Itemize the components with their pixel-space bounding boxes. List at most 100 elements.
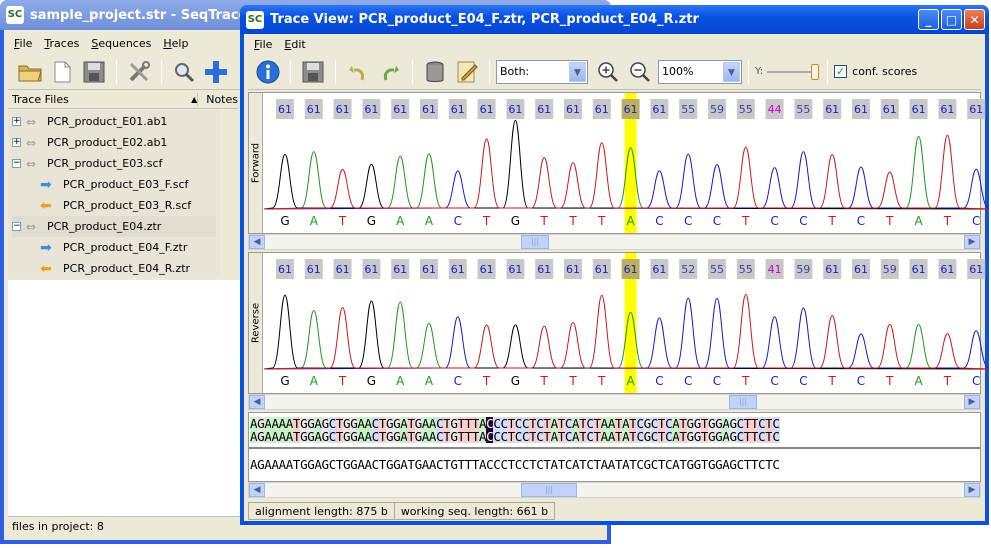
base-call[interactable]: C — [857, 214, 865, 228]
scroll-left-icon[interactable]: ◀ — [249, 235, 265, 249]
collapse-icon[interactable]: − — [12, 159, 21, 168]
base-call[interactable]: C — [655, 374, 663, 388]
tree-item[interactable]: ⬅ PCR_product_E04_R.ztr — [40, 258, 190, 279]
trace-files-header[interactable]: Trace Files — [8, 93, 191, 106]
scroll-right-icon[interactable]: ▶ — [964, 483, 980, 497]
base-call[interactable]: T — [597, 374, 606, 388]
base-call[interactable]: C — [655, 214, 663, 228]
expand-icon[interactable]: + — [12, 117, 21, 126]
alignment-panel[interactable]: AGAAAATGGAGCTGGAACTGGATGAACTGTTTACCCTCCT… — [248, 412, 981, 482]
conf-scores-checkbox[interactable]: ✓ — [834, 65, 848, 78]
base-call[interactable]: A — [914, 214, 923, 228]
new-file-icon[interactable] — [48, 58, 76, 86]
base-call[interactable]: T — [540, 214, 549, 228]
y-scale-slider[interactable] — [763, 62, 821, 82]
base-call[interactable]: C — [972, 214, 980, 228]
expand-icon[interactable]: + — [12, 138, 21, 147]
alignment-scroll-thumb[interactable]: ||| — [521, 483, 577, 497]
maximize-button[interactable]: □ — [941, 9, 962, 30]
save-icon[interactable] — [299, 58, 327, 86]
add-icon[interactable] — [202, 58, 230, 86]
base-call[interactable]: A — [310, 374, 319, 388]
notes-header[interactable]: Notes — [197, 93, 238, 106]
base-call[interactable]: G — [511, 374, 520, 388]
menu-sequences[interactable]: Sequences — [85, 37, 157, 50]
base-call[interactable]: T — [943, 214, 952, 228]
tree-item[interactable]: + ⇔ PCR_product_E01.ab1 — [12, 111, 167, 132]
base-call[interactable]: C — [799, 374, 807, 388]
base-call[interactable]: A — [396, 374, 405, 388]
forward-scroll-thumb[interactable]: ||| — [521, 235, 549, 249]
base-call[interactable]: A — [425, 374, 434, 388]
base-call[interactable]: T — [540, 374, 549, 388]
scroll-right-icon[interactable]: ▶ — [964, 395, 980, 409]
base-call[interactable]: A — [626, 374, 635, 388]
base-call[interactable]: G — [367, 374, 376, 388]
base-call[interactable]: T — [885, 214, 894, 228]
base-call[interactable]: T — [943, 374, 952, 388]
edit-note-icon[interactable] — [453, 58, 481, 86]
menu-help[interactable]: Help — [157, 37, 194, 50]
reverse-scrollbar[interactable]: ◀ ||| ▶ — [248, 394, 981, 410]
base-call[interactable]: T — [885, 374, 894, 388]
base-call[interactable]: T — [568, 374, 577, 388]
base-call[interactable]: C — [684, 214, 692, 228]
tree-item[interactable]: ➡ PCR_product_E03_F.scf — [40, 174, 188, 195]
zoom-out-icon[interactable] — [626, 58, 654, 86]
tree-item[interactable]: − ⇔ PCR_product_E03.scf — [12, 153, 162, 174]
base-call[interactable]: T — [338, 214, 347, 228]
base-call[interactable]: T — [828, 374, 837, 388]
base-call[interactable]: G — [367, 214, 376, 228]
minimize-button[interactable]: _ — [918, 9, 939, 30]
tree-item[interactable]: ⬅ PCR_product_E03_R.scf — [40, 195, 191, 216]
base-call[interactable]: G — [280, 214, 289, 228]
tree-header[interactable]: Trace Files ▲ Notes — [8, 91, 238, 109]
reverse-scroll-thumb[interactable]: ||| — [729, 395, 757, 409]
base-call[interactable]: C — [770, 214, 778, 228]
conf-scores-label[interactable]: conf. scores — [852, 65, 917, 78]
forward-chromatogram[interactable]: 61 61 61 61 61 61 61 61 61 61 61 61 61 61 55 59 55 44 55 61… — [264, 93, 989, 233]
chevron-down-icon[interactable]: ▼ — [569, 61, 586, 82]
tools-icon[interactable] — [125, 58, 153, 86]
scroll-left-icon[interactable]: ◀ — [249, 483, 265, 497]
forward-scrollbar[interactable]: ◀ ||| ▶ — [248, 234, 981, 250]
redo-icon[interactable] — [376, 58, 404, 86]
reverse-chromatogram[interactable]: 61 61 61 61 61 61 61 61 61 61 61 61 61 61 52 55 55 41 59 61… — [264, 253, 989, 393]
base-call[interactable]: A — [310, 214, 319, 228]
base-call[interactable]: C — [799, 214, 807, 228]
trace-menu-edit[interactable]: Edit — [278, 38, 311, 51]
undo-icon[interactable] — [344, 58, 372, 86]
base-call[interactable]: C — [857, 374, 865, 388]
menu-file[interactable]: File — [8, 37, 38, 50]
base-call[interactable]: T — [741, 214, 750, 228]
base-call[interactable]: G — [511, 214, 520, 228]
info-icon[interactable] — [254, 58, 282, 86]
collapse-icon[interactable]: − — [12, 222, 21, 231]
base-call[interactable]: G — [280, 374, 289, 388]
zoom-select[interactable]: 100% ▼ — [658, 59, 742, 84]
menu-traces[interactable]: Traces — [38, 37, 85, 50]
base-call[interactable]: C — [684, 374, 692, 388]
base-call[interactable]: T — [338, 374, 347, 388]
base-call[interactable]: A — [396, 214, 405, 228]
chevron-down-icon[interactable]: ▼ — [723, 61, 740, 82]
save-icon[interactable] — [80, 58, 108, 86]
base-call[interactable]: A — [626, 214, 635, 228]
base-call[interactable]: C — [972, 374, 980, 388]
strand-select[interactable]: Both: ▼ — [496, 59, 588, 84]
base-call[interactable]: C — [454, 214, 462, 228]
tree-item[interactable]: + ⇔ PCR_product_E02.ab1 — [12, 132, 167, 153]
search-icon[interactable] — [170, 58, 198, 86]
base-call[interactable]: C — [713, 374, 721, 388]
trace-title-bar[interactable]: SC Trace View: PCR_product_E04_F.ztr, PC… — [240, 5, 989, 34]
base-call[interactable]: C — [770, 374, 778, 388]
base-call[interactable]: A — [425, 214, 434, 228]
trace-menu-file[interactable]: File — [248, 38, 278, 51]
base-call[interactable]: C — [713, 214, 721, 228]
tree-item[interactable]: ➡ PCR_product_E04_F.ztr — [40, 237, 187, 258]
scroll-right-icon[interactable]: ▶ — [964, 235, 980, 249]
tree-item[interactable]: − ⇔ PCR_product_E04.ztr — [12, 216, 216, 237]
base-call[interactable]: T — [597, 214, 606, 228]
open-folder-icon[interactable] — [16, 58, 44, 86]
base-call[interactable]: T — [828, 214, 837, 228]
